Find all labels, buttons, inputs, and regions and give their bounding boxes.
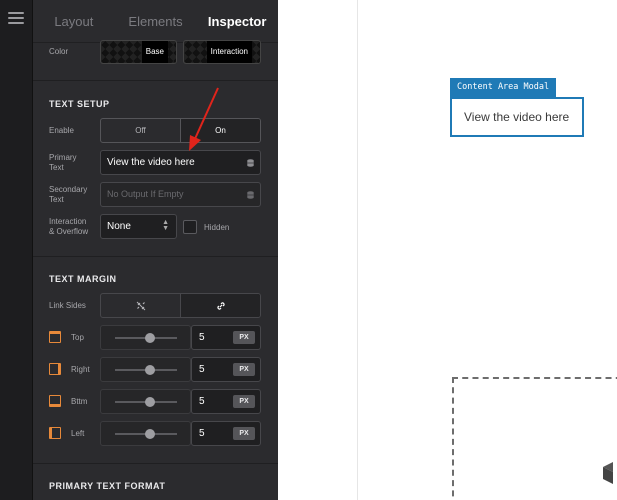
design-canvas[interactable]: Content Area Modal View the video here bbox=[278, 0, 617, 500]
divider bbox=[33, 463, 278, 464]
top-unit[interactable]: PX bbox=[233, 331, 255, 344]
panel-tabs: Layout Elements Inspector bbox=[33, 0, 278, 43]
annotation-arrow-icon bbox=[189, 87, 219, 151]
left-value-input[interactable]: 5 PX bbox=[191, 421, 261, 446]
primary-label-line1: Primary bbox=[49, 153, 77, 162]
primary-text-format-title: PRIMARY TEXT FORMAT bbox=[49, 481, 166, 491]
overflow-label-line2: & Overflow bbox=[49, 227, 89, 236]
slider-knob[interactable] bbox=[145, 397, 155, 407]
right-value: 5 bbox=[199, 364, 205, 375]
hidden-checkbox[interactable] bbox=[183, 220, 197, 234]
overflow-value: None bbox=[107, 221, 131, 232]
top-value-input[interactable]: 5 PX bbox=[191, 325, 261, 350]
tab-layout[interactable]: Layout bbox=[33, 0, 115, 42]
element-tag[interactable]: Content Area Modal bbox=[450, 78, 557, 97]
secondary-text-input[interactable]: No Output If Empty bbox=[100, 182, 261, 207]
bottom-side-icon bbox=[49, 395, 61, 407]
hamburger-menu-icon[interactable] bbox=[8, 12, 24, 24]
slider-knob[interactable] bbox=[145, 333, 155, 343]
slider-knob[interactable] bbox=[145, 365, 155, 375]
left-side-icon bbox=[49, 427, 61, 439]
primary-text-label: Primary Text bbox=[49, 153, 77, 173]
divider bbox=[33, 256, 278, 257]
top-label: Top bbox=[71, 333, 84, 342]
overflow-select[interactable]: None ▲ ▼ bbox=[100, 214, 177, 239]
bottom-slider[interactable] bbox=[100, 389, 191, 414]
color-label: Color bbox=[49, 47, 69, 56]
bottom-label: Bttm bbox=[71, 397, 88, 406]
divider bbox=[33, 80, 278, 81]
secondary-text-placeholder: No Output If Empty bbox=[107, 189, 184, 199]
primary-label-line2: Text bbox=[49, 163, 64, 172]
base-color-swatch[interactable]: Base bbox=[100, 40, 177, 64]
content-area-placeholder[interactable] bbox=[452, 377, 617, 500]
right-side-icon bbox=[49, 363, 61, 375]
secondary-text-label: Secondary Text bbox=[49, 185, 87, 205]
slider-track bbox=[115, 429, 177, 439]
tab-inspector[interactable]: Inspector bbox=[196, 0, 278, 42]
base-color-label: Base bbox=[141, 41, 168, 63]
left-label: Left bbox=[71, 429, 85, 438]
right-slider[interactable] bbox=[100, 357, 191, 382]
link-button[interactable] bbox=[180, 294, 260, 317]
text-margin-title: TEXT MARGIN bbox=[49, 274, 117, 284]
selected-modal-element[interactable]: View the video here bbox=[450, 97, 584, 137]
secondary-label-line1: Secondary bbox=[49, 185, 88, 194]
link-sides-toggle bbox=[100, 293, 261, 318]
right-label: Right bbox=[71, 365, 90, 374]
cube-icon bbox=[603, 462, 613, 484]
top-side-icon bbox=[49, 331, 61, 343]
unlink-icon bbox=[136, 301, 145, 310]
enable-label: Enable bbox=[49, 126, 74, 135]
inspector-panel: Layout Elements Inspector Color Base Int… bbox=[33, 0, 278, 500]
left-value: 5 bbox=[199, 428, 205, 439]
right-unit[interactable]: PX bbox=[233, 363, 255, 376]
modal-text: View the video here bbox=[464, 110, 570, 124]
database-icon[interactable] bbox=[247, 191, 254, 199]
bottom-value: 5 bbox=[199, 396, 205, 407]
overflow-label-line1: Interaction bbox=[49, 217, 87, 226]
top-slider[interactable] bbox=[100, 325, 191, 350]
left-slider[interactable] bbox=[100, 421, 191, 446]
slider-knob[interactable] bbox=[145, 429, 155, 439]
database-icon[interactable] bbox=[247, 159, 254, 167]
interaction-color-label: Interaction bbox=[206, 41, 252, 63]
slider-track bbox=[115, 397, 177, 407]
secondary-label-line2: Text bbox=[49, 195, 64, 204]
enable-off-button[interactable]: Off bbox=[101, 119, 180, 142]
bottom-unit[interactable]: PX bbox=[233, 395, 255, 408]
link-icon bbox=[216, 301, 225, 310]
canvas-guide-line bbox=[357, 0, 358, 500]
overflow-label: Interaction & Overflow bbox=[49, 217, 88, 237]
text-setup-title: TEXT SETUP bbox=[49, 99, 110, 109]
slider-track bbox=[115, 333, 177, 343]
left-unit[interactable]: PX bbox=[233, 427, 255, 440]
unlink-button[interactable] bbox=[101, 294, 180, 317]
top-value: 5 bbox=[199, 332, 205, 343]
right-value-input[interactable]: 5 PX bbox=[191, 357, 261, 382]
link-sides-label: Link Sides bbox=[49, 301, 86, 310]
select-arrows-icon: ▲ ▼ bbox=[162, 219, 169, 232]
hidden-label: Hidden bbox=[204, 223, 230, 232]
left-toolbar bbox=[0, 0, 33, 500]
bottom-value-input[interactable]: 5 PX bbox=[191, 389, 261, 414]
slider-track bbox=[115, 365, 177, 375]
tab-elements[interactable]: Elements bbox=[115, 0, 197, 42]
interaction-color-swatch[interactable]: Interaction bbox=[183, 40, 261, 64]
